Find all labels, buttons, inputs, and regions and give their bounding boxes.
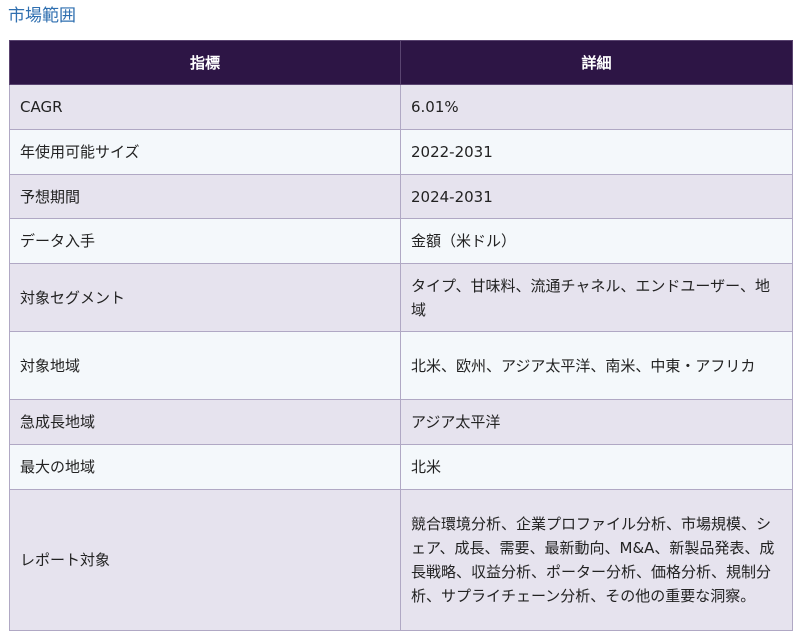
table-row: 予想期間 2024-2031 bbox=[9, 174, 793, 219]
row-label-report-coverage: レポート対象 bbox=[9, 489, 401, 631]
row-value-report-coverage: 競合環境分析、企業プロファイル分析、市場規模、シェア、成長、需要、最新動向、M&… bbox=[400, 489, 793, 631]
row-label-fastest-region: 急成長地域 bbox=[9, 399, 401, 445]
table-row: データ入手 金額（米ドル） bbox=[9, 218, 793, 264]
row-value-regions: 北米、欧州、アジア太平洋、南米、中東・アフリカ bbox=[400, 331, 793, 400]
row-label-largest-region: 最大の地域 bbox=[9, 444, 401, 490]
row-label-available-years: 年使用可能サイズ bbox=[9, 129, 401, 175]
table-row: 年使用可能サイズ 2022-2031 bbox=[9, 129, 793, 175]
table-row: 対象地域 北米、欧州、アジア太平洋、南米、中東・アフリカ bbox=[9, 331, 793, 400]
header-metric: 指標 bbox=[9, 40, 401, 85]
row-value-forecast-period: 2024-2031 bbox=[400, 174, 793, 219]
header-detail: 詳細 bbox=[400, 40, 793, 85]
row-label-data-unit: データ入手 bbox=[9, 218, 401, 264]
table-row: 対象セグメント タイプ、甘味料、流通チャネル、エンドユーザー、地域 bbox=[9, 263, 793, 332]
table-row: CAGR 6.01% bbox=[9, 84, 793, 130]
table-row: レポート対象 競合環境分析、企業プロファイル分析、市場規模、シェア、成長、需要、… bbox=[9, 489, 793, 631]
row-value-data-unit: 金額（米ドル） bbox=[400, 218, 793, 264]
row-value-fastest-region: アジア太平洋 bbox=[400, 399, 793, 445]
table-row: 最大の地域 北米 bbox=[9, 444, 793, 490]
row-value-cagr: 6.01% bbox=[400, 84, 793, 130]
section-title: 市場範囲 bbox=[8, 6, 76, 26]
market-scope-table: 指標 詳細 CAGR 6.01% 年使用可能サイズ 2022-2031 予想期間… bbox=[9, 40, 793, 631]
row-value-segments: タイプ、甘味料、流通チャネル、エンドユーザー、地域 bbox=[400, 263, 793, 332]
table-row: 急成長地域 アジア太平洋 bbox=[9, 399, 793, 445]
row-value-available-years: 2022-2031 bbox=[400, 129, 793, 175]
row-label-segments: 対象セグメント bbox=[9, 263, 401, 332]
row-value-largest-region: 北米 bbox=[400, 444, 793, 490]
row-label-cagr: CAGR bbox=[9, 84, 401, 130]
table-header-row: 指標 詳細 bbox=[9, 40, 793, 85]
row-label-regions: 対象地域 bbox=[9, 331, 401, 400]
row-label-forecast-period: 予想期間 bbox=[9, 174, 401, 219]
